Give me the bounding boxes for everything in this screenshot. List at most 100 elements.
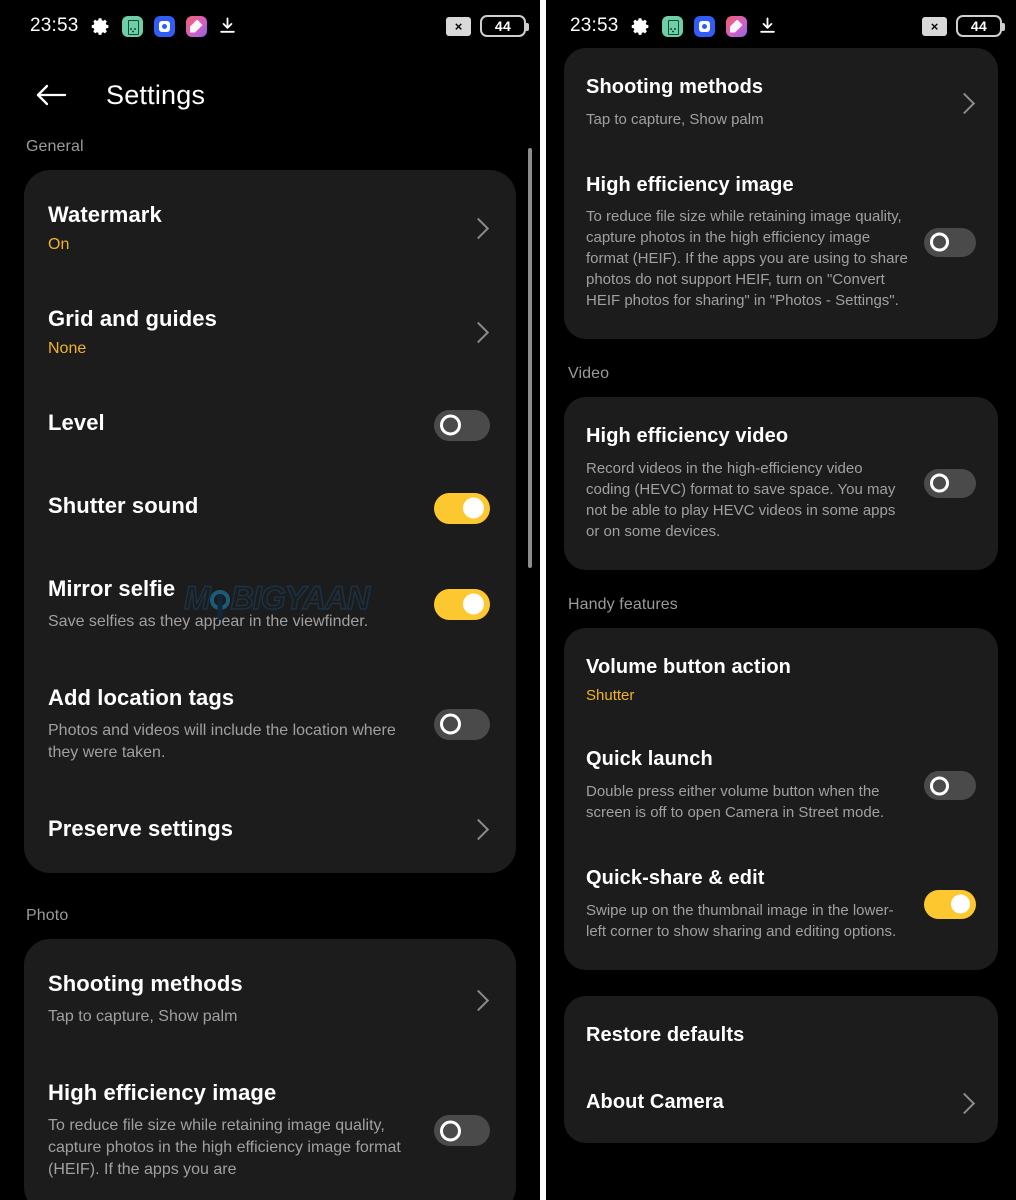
back-arrow-icon[interactable] [34,81,68,109]
settings-row-shutter-sound[interactable]: Shutter sound [24,467,516,550]
row-text: Shutter sound [48,493,420,519]
download-icon [218,16,239,37]
card-spacer [546,970,1016,996]
row-control [924,889,976,919]
row-description-mirror-selfie: Save selfies as they appear in the viewf… [48,612,369,630]
row-control [468,217,490,239]
toggle-shutter-sound[interactable] [434,492,490,524]
settings-row-watermark[interactable]: Watermark On [24,176,516,280]
settings-row-mirror-selfie[interactable]: Mirror selfie Save selfies as they appear… [24,550,516,659]
toggle-knob [951,894,970,914]
toggle-high-efficiency-image[interactable] [434,1115,490,1147]
toggle-quick-launch[interactable] [924,771,976,801]
row-text: High efficiency image To reduce file size… [48,1080,420,1181]
settings-card: Restore defaults About Camera [564,995,998,1143]
settings-row-about-camera[interactable]: About Camera [564,1069,998,1137]
chevron-right-icon[interactable] [468,321,490,343]
row-control [468,989,490,1011]
app-pink-icon [725,15,747,37]
row-text: Quick launch Double press either volume b… [586,748,910,823]
row-description-high-efficiency-video: Record videos in the high-efficiency vid… [586,459,896,540]
settings-row-preserve-settings[interactable]: Preserve settings [24,790,516,868]
mute-badge-icon: × [922,16,947,36]
row-control [468,321,490,343]
row-title-grid-and-guides: Grid and guides [48,305,217,331]
row-text: High efficiency video Record videos in th… [586,425,910,542]
toggle-knob [463,593,484,615]
settings-row-quick-launch[interactable]: Quick launch Double press either volume b… [564,726,998,845]
row-text: Shooting methods Tap to capture, Show pal… [586,76,940,130]
scrollbar-thumb[interactable] [528,148,532,568]
toggle-knob [440,713,461,735]
row-title-watermark: Watermark [48,202,162,227]
left-settings-scroll[interactable]: General Watermark On Grid and guides None Lev… [0,138,540,1200]
app-pink-icon [185,15,207,37]
row-title-shooting-methods: Shooting methods [48,971,243,997]
app-blue-icon [153,15,175,37]
row-value-volume-button-action: Shutter [586,687,635,705]
row-description-high-efficiency-image: To reduce file size while retaining imag… [48,1117,401,1179]
row-text: Volume button action Shutter [586,656,962,705]
row-title-level: Level [48,409,105,435]
app-green-icon [661,15,683,37]
chevron-right-icon[interactable] [468,989,490,1011]
settings-card: Volume button action Shutter Quick launch D… [564,627,998,970]
row-text: Level [48,410,420,436]
toggle-level[interactable] [434,409,490,441]
row-description-shooting-methods: Tap to capture, Show palm [586,110,764,128]
section-label-video: Video [568,365,610,383]
settings-row-add-location-tags[interactable]: Add location tags Photos and videos will … [24,659,516,790]
row-text: Grid and guides None [48,306,454,358]
settings-row-volume-button-action[interactable]: Volume button action Shutter [564,634,998,727]
row-title-preserve-settings: Preserve settings [48,815,234,841]
row-control [954,92,976,114]
row-title-shooting-methods: Shooting methods [586,76,764,98]
toggle-add-location-tags[interactable] [434,708,490,740]
row-control [434,708,490,740]
row-text: Preserve settings [48,816,454,842]
row-description-high-efficiency-image: To reduce file size while retaining imag… [586,208,908,310]
row-title-quick-share-edit: Quick-share & edit [586,866,765,889]
row-control [924,468,976,498]
chevron-right-icon[interactable] [468,818,490,840]
battery-indicator: 44 [956,15,1005,37]
toggle-knob [463,497,484,519]
row-title-quick-launch: Quick launch [586,748,713,771]
row-title-mirror-selfie: Mirror selfie [48,575,176,601]
toggle-high-efficiency-image[interactable] [924,227,976,257]
row-control [434,1115,490,1147]
settings-row-high-efficiency-image[interactable]: High efficiency image To reduce file size… [564,152,998,334]
row-control [954,1092,976,1114]
row-control [434,492,490,524]
status-bar-clock: 23:53 [30,15,79,36]
settings-row-restore-defaults[interactable]: Restore defaults [564,1002,998,1070]
chevron-right-icon[interactable] [954,1092,976,1114]
toggle-quick-share-edit[interactable] [924,889,976,919]
settings-row-shooting-methods[interactable]: Shooting methods Tap to capture, Show pal… [24,945,516,1054]
settings-row-shooting-methods[interactable]: Shooting methods Tap to capture, Show pal… [564,54,998,152]
status-bar-right: 23:53 × 44 [546,0,1016,52]
download-icon [758,16,779,37]
row-title-add-location-tags: Add location tags [48,684,235,710]
settings-row-quick-share-edit[interactable]: Quick-share & edit Swipe up on the thumbn… [564,845,998,964]
settings-card: Shooting methods Tap to capture, Show pal… [564,48,998,340]
left-screenshot-panel: 23:53 × 44 Settings General Watermark On… [0,0,540,1200]
chevron-right-icon[interactable] [954,92,976,114]
toggle-knob [930,232,949,252]
settings-row-high-efficiency-video[interactable]: High efficiency video Record videos in th… [564,403,998,564]
settings-row-high-efficiency-image[interactable]: High efficiency image To reduce file size… [24,1054,516,1200]
row-value-watermark: On [48,235,70,253]
chevron-right-icon[interactable] [468,217,490,239]
battery-level-text: 44 [494,18,512,34]
toggle-mirror-selfie[interactable] [434,588,490,620]
row-control [924,227,976,257]
right-settings-scroll[interactable]: Shooting methods Tap to capture, Show pal… [546,48,1016,1169]
settings-row-level[interactable]: Level [24,384,516,467]
settings-card: Shooting methods Tap to capture, Show pal… [24,939,516,1200]
row-title-about-camera: About Camera [586,1091,724,1114]
toggle-high-efficiency-video[interactable] [924,468,976,498]
row-control [468,818,490,840]
gear-icon [630,16,651,37]
right-screenshot-panel: 23:53 × 44 Shooting methods Tap to captur… [546,0,1016,1200]
settings-row-grid-and-guides[interactable]: Grid and guides None [24,280,516,384]
